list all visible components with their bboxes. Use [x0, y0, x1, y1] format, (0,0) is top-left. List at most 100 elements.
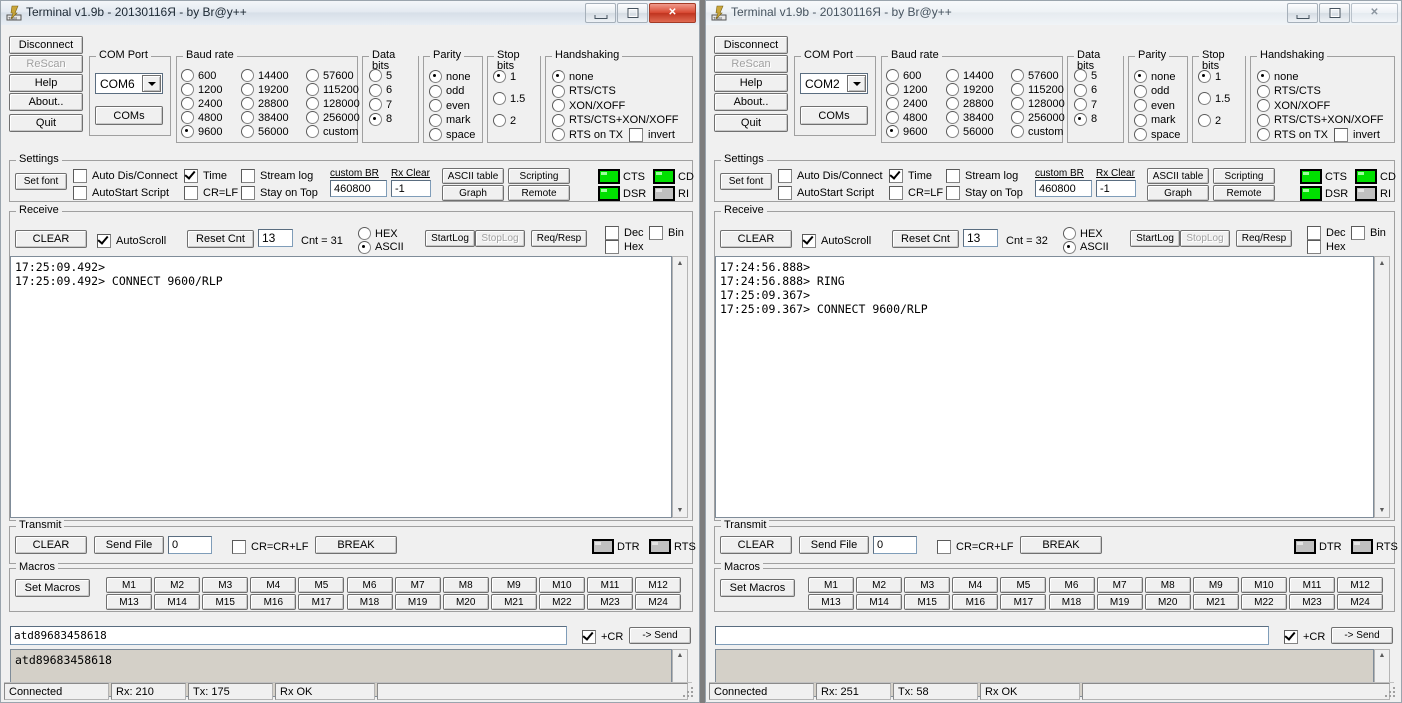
set-macros-button[interactable]: Set Macros — [15, 579, 90, 597]
macro-button-m24[interactable]: M24 — [635, 594, 681, 610]
stop-bits-radio-2[interactable]: 2 — [493, 114, 516, 127]
settings-check-stream-log[interactable]: Stream log — [241, 169, 313, 183]
transmit-delay-input[interactable]: 0 — [873, 536, 917, 554]
coms-button[interactable]: COMs — [800, 106, 868, 125]
chevron-down-icon[interactable] — [142, 75, 161, 92]
custom-br-input[interactable]: 460800 — [1035, 180, 1092, 197]
baud-radio-19200[interactable]: 19200 — [946, 83, 994, 96]
macro-button-m21[interactable]: M21 — [491, 594, 537, 610]
settings-check-cr-lf[interactable]: CR=LF — [184, 186, 238, 200]
parity-radio-space[interactable]: space — [1134, 128, 1180, 141]
settings-check-autostart-script[interactable]: AutoStart Script — [778, 186, 874, 200]
baud-radio-115200[interactable]: 115200 — [1011, 83, 1064, 96]
macro-button-m9[interactable]: M9 — [491, 577, 537, 593]
cnt-input[interactable]: 13 — [258, 229, 293, 247]
baud-radio-28800[interactable]: 28800 — [241, 97, 289, 110]
receive-text-area[interactable]: 17:25:09.492> 17:25:09.492> CONNECT 9600… — [10, 256, 672, 518]
macro-button-m1[interactable]: M1 — [106, 577, 152, 593]
baud-radio-256000[interactable]: 256000 — [1011, 111, 1065, 124]
macro-button-m6[interactable]: M6 — [347, 577, 393, 593]
handshaking-radio-RTS-CTS-XON-XOFF[interactable]: RTS/CTS+XON/XOFF — [552, 114, 679, 127]
baud-radio-2400[interactable]: 2400 — [886, 97, 927, 110]
receive-dec-checkbox[interactable]: Dec — [1307, 226, 1346, 240]
transmit-clear-button[interactable]: CLEAR — [15, 536, 87, 554]
macro-button-m20[interactable]: M20 — [443, 594, 489, 610]
settings-check-time[interactable]: Time — [184, 169, 227, 183]
receive-clear-button[interactable]: CLEAR — [15, 230, 87, 248]
macro-button-m17[interactable]: M17 — [298, 594, 344, 610]
data-bits-radio-6[interactable]: 6 — [369, 84, 392, 97]
macro-button-m17[interactable]: M17 — [1000, 594, 1046, 610]
parity-radio-none[interactable]: none — [429, 70, 470, 83]
help-button[interactable]: Help — [9, 74, 83, 92]
receive-mode-radio-ascii[interactable]: ASCII — [1063, 241, 1109, 254]
send-file-button[interactable]: Send File — [799, 536, 869, 554]
start-log-button[interactable]: StartLog — [1130, 230, 1180, 247]
invert-checkbox[interactable]: invert — [629, 128, 675, 142]
data-bits-radio-5[interactable]: 5 — [1074, 69, 1097, 82]
disconnect-button[interactable]: Disconnect — [714, 36, 788, 54]
receive-hex-checkbox[interactable]: Hex — [1307, 240, 1346, 254]
transmit-delay-input[interactable]: 0 — [168, 536, 212, 554]
macro-button-m19[interactable]: M19 — [1097, 594, 1143, 610]
handshaking-radio-XON-XOFF[interactable]: XON/XOFF — [1257, 99, 1330, 112]
macro-button-m13[interactable]: M13 — [106, 594, 152, 610]
send-button[interactable]: -> Send — [1331, 627, 1393, 644]
scroll-up-icon[interactable]: ▲ — [1379, 259, 1386, 268]
macro-button-m5[interactable]: M5 — [298, 577, 344, 593]
data-bits-radio-8[interactable]: 8 — [1074, 113, 1097, 126]
terminal-window-left[interactable]: TRMTerminal v1.9b - 20130116Я - by Br@y+… — [0, 0, 700, 703]
reset-cnt-button[interactable]: Reset Cnt — [187, 230, 254, 248]
start-log-button[interactable]: StartLog — [425, 230, 475, 247]
minimize-button[interactable] — [585, 3, 616, 23]
macro-button-m7[interactable]: M7 — [1097, 577, 1143, 593]
baud-radio-38400[interactable]: 38400 — [946, 111, 994, 124]
close-button[interactable]: ✕ — [1351, 3, 1398, 23]
scroll-down-icon[interactable]: ▼ — [677, 506, 684, 515]
receive-bin-checkbox[interactable]: Bin — [1351, 226, 1386, 240]
baud-radio-9600[interactable]: 9600 — [886, 125, 927, 138]
receive-clear-button[interactable]: CLEAR — [720, 230, 792, 248]
receive-scrollbar[interactable]: ▲▼ — [672, 256, 688, 518]
send-input[interactable] — [715, 626, 1269, 645]
receive-dec-checkbox[interactable]: Dec — [605, 226, 644, 240]
macro-button-m13[interactable]: M13 — [808, 594, 854, 610]
transmit-clear-button[interactable]: CLEAR — [720, 536, 792, 554]
baud-radio-4800[interactable]: 4800 — [886, 111, 927, 124]
macro-button-m8[interactable]: M8 — [443, 577, 489, 593]
req-resp-button[interactable]: Req/Resp — [1236, 230, 1292, 247]
receive-mode-radio-ascii[interactable]: ASCII — [358, 241, 404, 254]
plus-cr-checkbox[interactable]: +CR — [1284, 630, 1325, 644]
scripting-button[interactable]: Scripting — [1213, 168, 1275, 184]
receive-hex-checkbox[interactable]: Hex — [605, 240, 644, 254]
help-button[interactable]: Help — [714, 74, 788, 92]
data-bits-radio-6[interactable]: 6 — [1074, 84, 1097, 97]
set-macros-button[interactable]: Set Macros — [720, 579, 795, 597]
settings-check-stay-on-top[interactable]: Stay on Top — [946, 186, 1023, 200]
macro-button-m22[interactable]: M22 — [539, 594, 585, 610]
baud-radio-600[interactable]: 600 — [886, 69, 921, 82]
graph-button[interactable]: Graph — [1147, 185, 1209, 201]
stop-bits-radio-2[interactable]: 2 — [1198, 114, 1221, 127]
maximize-button[interactable] — [617, 3, 648, 23]
macro-button-m9[interactable]: M9 — [1193, 577, 1239, 593]
macro-button-m7[interactable]: M7 — [395, 577, 441, 593]
baud-radio-14400[interactable]: 14400 — [241, 69, 289, 82]
macro-button-m2[interactable]: M2 — [154, 577, 200, 593]
macro-button-m18[interactable]: M18 — [347, 594, 393, 610]
minimize-button[interactable] — [1287, 3, 1318, 23]
macro-button-m5[interactable]: M5 — [1000, 577, 1046, 593]
baud-radio-4800[interactable]: 4800 — [181, 111, 222, 124]
com-port-combo[interactable]: COM2 — [800, 73, 868, 94]
parity-radio-even[interactable]: even — [429, 99, 470, 112]
stop-bits-radio-1-5[interactable]: 1.5 — [493, 92, 525, 105]
macro-button-m11[interactable]: M11 — [587, 577, 633, 593]
macro-button-m4[interactable]: M4 — [952, 577, 998, 593]
stop-bits-radio-1[interactable]: 1 — [493, 70, 516, 83]
parity-radio-even[interactable]: even — [1134, 99, 1175, 112]
parity-radio-odd[interactable]: odd — [1134, 85, 1169, 98]
handshaking-radio-RTS-on-TX[interactable]: RTS on TX — [1257, 128, 1328, 141]
remote-button[interactable]: Remote — [1213, 185, 1275, 201]
baud-radio-56000[interactable]: 56000 — [241, 125, 289, 138]
macro-button-m20[interactable]: M20 — [1145, 594, 1191, 610]
